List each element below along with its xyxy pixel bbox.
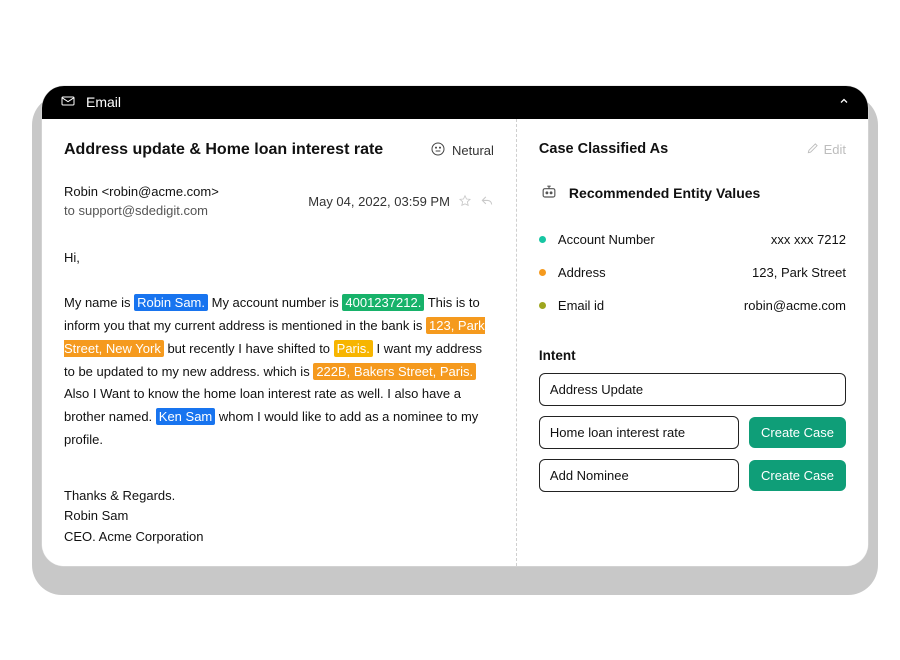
body-seg: My account number is	[208, 295, 342, 310]
create-case-button[interactable]: Create Case	[749, 417, 846, 448]
subject-row: Address update & Home loan interest rate…	[64, 141, 494, 160]
entity-highlight-account: 4001237212.	[342, 294, 424, 311]
entity-dot-icon	[539, 302, 546, 309]
app-window: Email Address update & Home loan interes…	[42, 86, 868, 566]
email-body-text: My name is Robin Sam. My account number …	[64, 292, 494, 451]
email-date: May 04, 2022, 03:59 PM	[308, 194, 450, 209]
entity-value: robin@acme.com	[744, 298, 846, 313]
recommended-header: Recommended Entity Values	[539, 182, 846, 205]
entity-highlight-city: Paris.	[334, 340, 373, 357]
intent-row: Address Update	[539, 373, 846, 406]
intent-row: Add Nominee Create Case	[539, 459, 846, 492]
entity-row: Account Number xxx xxx 7212	[539, 223, 846, 256]
collapse-toggle[interactable]	[838, 95, 850, 110]
email-meta: Robin <robin@acme.com> to support@sdedig…	[64, 182, 494, 221]
email-greeting: Hi,	[64, 247, 494, 270]
entity-label: Email id	[558, 298, 744, 313]
email-panel: Address update & Home loan interest rate…	[42, 119, 517, 566]
body-seg: but recently I have shifted to	[164, 341, 334, 356]
email-to: support@sdedigit.com	[78, 203, 208, 218]
entity-label: Address	[558, 265, 752, 280]
classification-panel: Case Classified As Edit	[517, 119, 868, 566]
entity-dot-icon	[539, 236, 546, 243]
intent-row: Home loan interest rate Create Case	[539, 416, 846, 449]
body-seg: My name is	[64, 295, 134, 310]
signoff-line: CEO. Acme Corporation	[64, 527, 494, 548]
intent-field[interactable]: Address Update	[539, 373, 846, 406]
email-to-prefix: to	[64, 203, 78, 218]
email-sender-block: Robin <robin@acme.com> to support@sdedig…	[64, 182, 219, 221]
email-to-line: to support@sdedigit.com	[64, 201, 219, 221]
entity-row: Email id robin@acme.com	[539, 289, 846, 322]
sentiment-indicator: Netural	[430, 141, 494, 160]
classification-title: Case Classified As	[539, 141, 806, 157]
intent-field[interactable]: Add Nominee	[539, 459, 739, 492]
star-icon[interactable]	[458, 194, 472, 208]
email-signoff: Thanks & Regards. Robin Sam CEO. Acme Co…	[64, 486, 494, 548]
signoff-line: Thanks & Regards.	[64, 486, 494, 507]
intent-title: Intent	[539, 348, 846, 363]
classification-header: Case Classified As Edit	[539, 141, 846, 158]
pencil-icon	[806, 141, 820, 158]
signoff-line: Robin Sam	[64, 506, 494, 527]
email-subject: Address update & Home loan interest rate	[64, 141, 420, 159]
entity-dot-icon	[539, 269, 546, 276]
entities-list: Account Number xxx xxx 7212 Address 123,…	[539, 223, 846, 322]
email-date-actions: May 04, 2022, 03:59 PM	[308, 194, 494, 209]
entity-highlight-person: Ken Sam	[156, 408, 215, 425]
main-body: Address update & Home loan interest rate…	[42, 119, 868, 566]
reply-icon[interactable]	[480, 194, 494, 208]
titlebar-label: Email	[86, 94, 121, 110]
entity-value: 123, Park Street	[752, 265, 846, 280]
create-case-button[interactable]: Create Case	[749, 460, 846, 491]
entity-value: xxx xxx 7212	[771, 232, 846, 247]
sentiment-label: Netural	[452, 143, 494, 158]
neutral-face-icon	[430, 141, 446, 160]
intent-block: Intent Address Update Home loan interest…	[539, 348, 846, 502]
entity-highlight-person: Robin Sam.	[134, 294, 208, 311]
email-from: Robin <robin@acme.com>	[64, 182, 219, 202]
recommended-title: Recommended Entity Values	[569, 185, 760, 201]
email-icon	[60, 93, 76, 112]
robot-icon	[539, 182, 559, 205]
intent-field[interactable]: Home loan interest rate	[539, 416, 739, 449]
edit-label: Edit	[824, 142, 846, 157]
entity-row: Address 123, Park Street	[539, 256, 846, 289]
titlebar: Email	[42, 86, 868, 119]
entity-highlight-address: 222B, Bakers Street, Paris.	[313, 363, 476, 380]
email-body: Hi, My name is Robin Sam. My account num…	[64, 247, 494, 452]
edit-button[interactable]: Edit	[806, 141, 846, 158]
entity-label: Account Number	[558, 232, 771, 247]
